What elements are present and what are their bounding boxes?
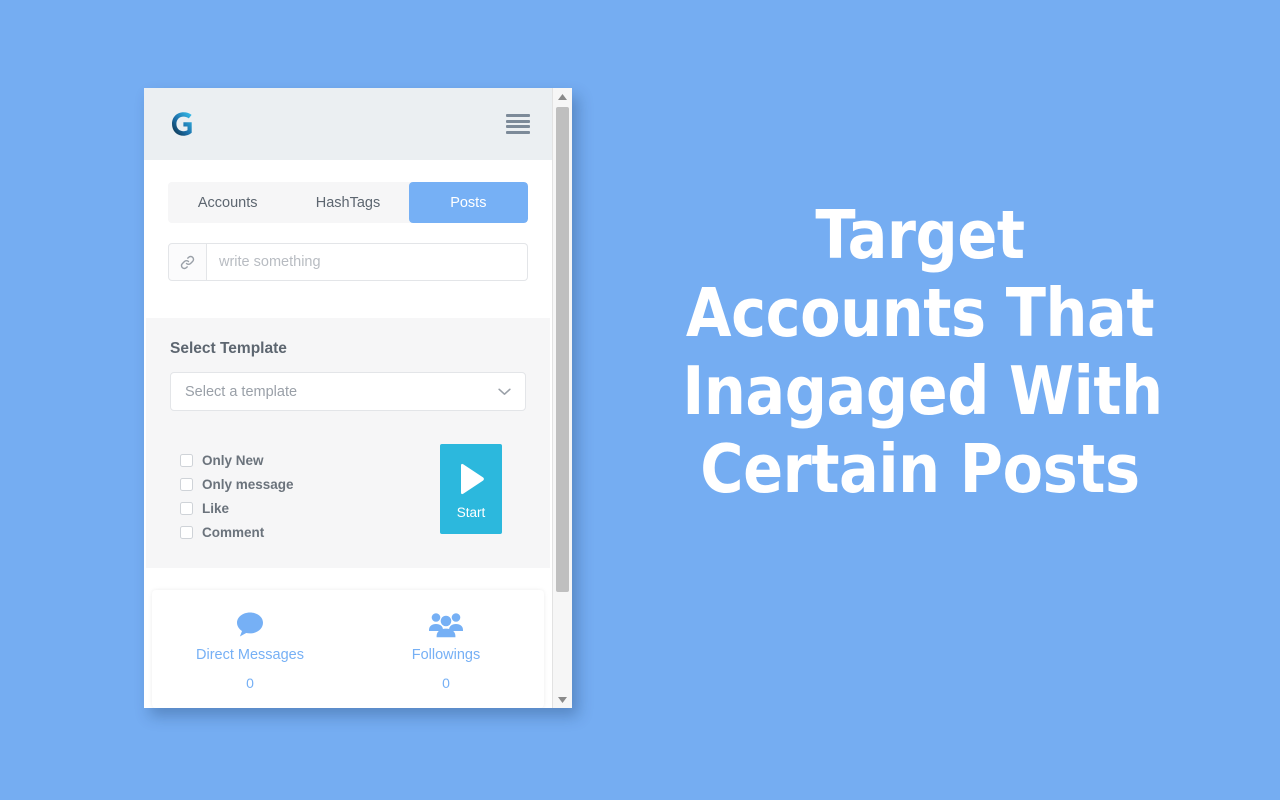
- template-select-value: Select a template: [185, 383, 298, 400]
- checkbox-label: Only New: [202, 452, 264, 468]
- vertical-scrollbar[interactable]: [552, 88, 572, 708]
- headline-line-3: Inagaged With: [682, 352, 1163, 430]
- stat-value: 0: [246, 675, 254, 691]
- headline-line-2: Accounts That: [685, 274, 1155, 352]
- stat-label: Followings: [411, 647, 481, 663]
- app-window: Accounts HashTags Posts Select Template …: [144, 88, 572, 708]
- checkbox-like[interactable]: Like: [180, 496, 294, 520]
- people-group-icon: [428, 610, 464, 638]
- checkbox-label: Like: [202, 500, 230, 516]
- stat-direct-messages[interactable]: Direct Messages 0: [152, 610, 348, 691]
- template-panel: Select Template Select a template Only N…: [146, 318, 550, 568]
- scroll-up-arrow-icon[interactable]: [553, 88, 572, 105]
- start-button[interactable]: Start: [440, 444, 502, 534]
- options-row: Only New Only message Like Comment Start: [170, 444, 526, 544]
- scroll-down-arrow-icon[interactable]: [553, 691, 572, 708]
- stats-card: Direct Messages 0 Followings 0: [152, 590, 544, 708]
- play-icon: [451, 459, 491, 504]
- checkbox-label: Comment: [202, 524, 265, 540]
- headline: Target Accounts That Inagaged With Certa…: [682, 196, 1163, 508]
- checkbox-label: Only message: [202, 476, 294, 492]
- template-select[interactable]: Select a template: [170, 372, 526, 411]
- hamburger-bar: [506, 114, 530, 117]
- top-section: Accounts HashTags Posts: [144, 160, 552, 318]
- hamburger-bar: [506, 130, 530, 134]
- hamburger-menu-icon[interactable]: [506, 114, 530, 134]
- checkbox-only-message[interactable]: Only message: [180, 472, 294, 496]
- checkbox-comment[interactable]: Comment: [180, 520, 294, 544]
- scrollbar-track[interactable]: [553, 105, 572, 691]
- checkbox-only-new[interactable]: Only New: [180, 448, 294, 472]
- select-template-title: Select Template: [170, 340, 287, 357]
- link-icon[interactable]: [168, 243, 207, 281]
- start-button-label: Start: [456, 504, 486, 520]
- panel-gap: [144, 568, 552, 590]
- tab-accounts[interactable]: Accounts: [168, 182, 288, 223]
- stat-label: Direct Messages: [196, 647, 304, 663]
- url-input-row: [168, 243, 528, 281]
- checkbox-box[interactable]: [180, 525, 193, 539]
- checkbox-list: Only New Only message Like Comment: [170, 448, 294, 544]
- checkbox-box[interactable]: [180, 477, 193, 491]
- url-input[interactable]: [207, 243, 528, 281]
- app-content: Accounts HashTags Posts Select Template …: [144, 88, 552, 708]
- app-logo-icon: [170, 111, 196, 137]
- hamburger-bar: [506, 119, 530, 123]
- headline-line-4: Certain Posts: [700, 430, 1140, 508]
- chevron-down-icon: [498, 388, 511, 396]
- tab-hashtags[interactable]: HashTags: [288, 182, 408, 223]
- hamburger-bar: [506, 125, 530, 129]
- stat-value: 0: [442, 675, 450, 691]
- checkbox-box[interactable]: [180, 501, 193, 515]
- scrollbar-thumb[interactable]: [556, 107, 569, 592]
- tab-bar: Accounts HashTags Posts: [168, 182, 528, 223]
- headline-line-1: Target: [815, 196, 1025, 274]
- app-header: [144, 88, 552, 160]
- chat-bubble-icon: [235, 610, 265, 638]
- tab-posts[interactable]: Posts: [408, 182, 528, 223]
- checkbox-box[interactable]: [180, 453, 193, 467]
- stat-followings[interactable]: Followings 0: [348, 610, 544, 691]
